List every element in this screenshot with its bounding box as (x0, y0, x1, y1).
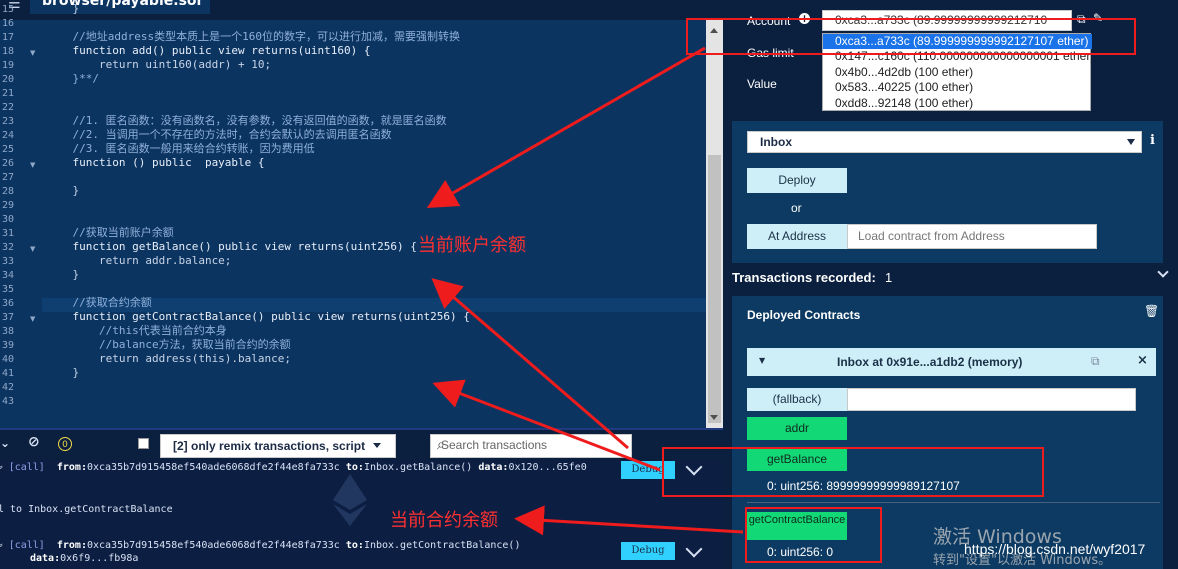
annotation-current-contract-balance: 当前合约余额 (390, 510, 498, 531)
arrow-to-getbalance-code (431, 278, 629, 450)
blog-url-watermark: https://blog.csdn.net/wyf2017 (964, 541, 1146, 557)
annotation-arrows (426, 46, 744, 536)
arrow-to-contractbalance-code (432, 379, 661, 472)
arrow-to-contractbalance-label (514, 505, 744, 536)
annotation-current-account-balance: 当前账户余额 (418, 235, 526, 256)
arrow-to-account (426, 46, 706, 208)
